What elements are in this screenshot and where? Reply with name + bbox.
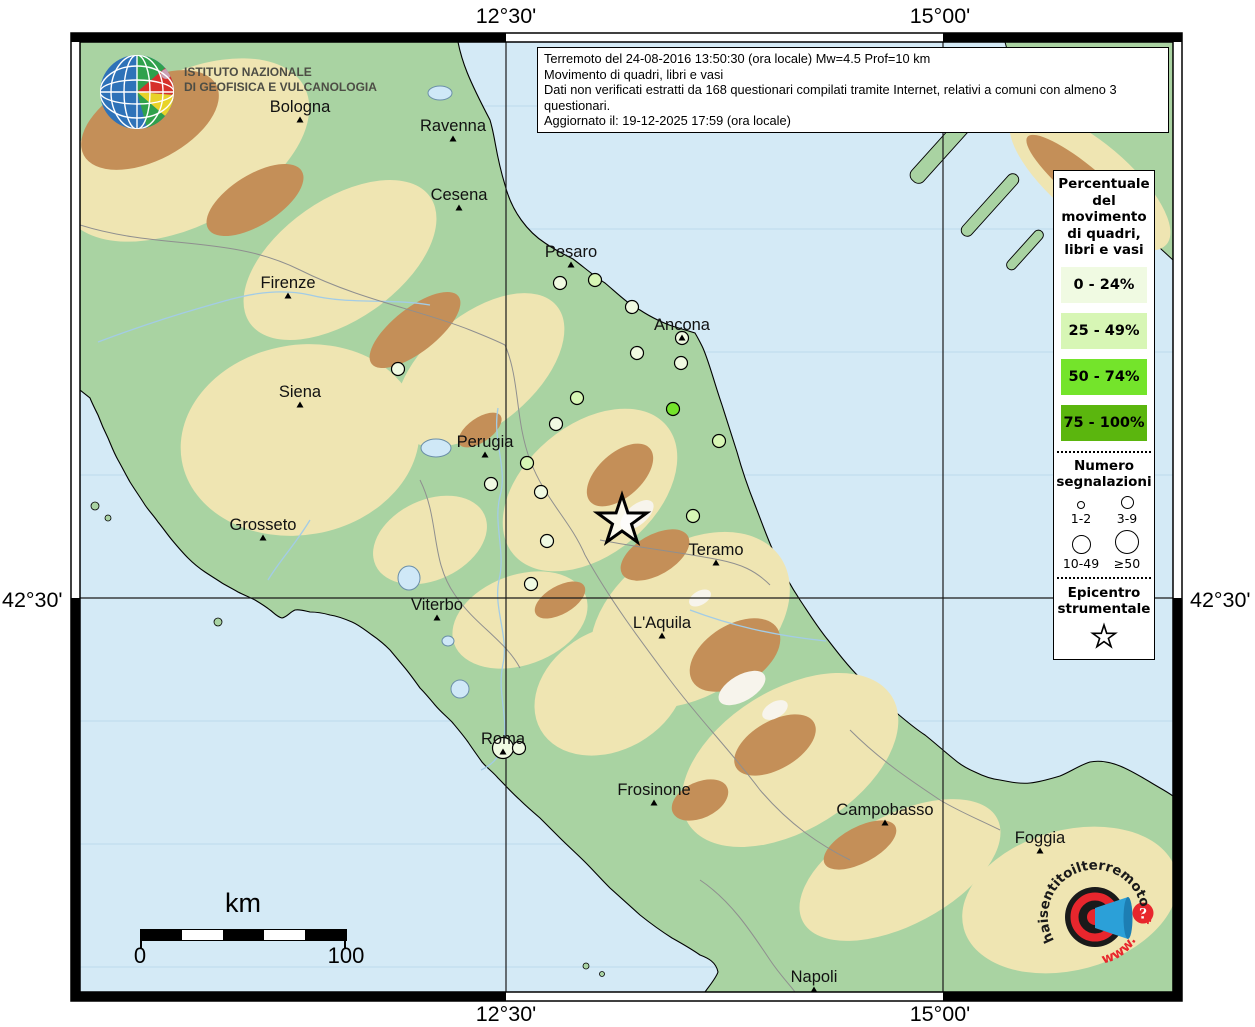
legend-class-1: 25 - 49% xyxy=(1061,313,1147,349)
city-label: Foggia xyxy=(1015,829,1066,847)
report-circle xyxy=(550,418,563,431)
report-circle xyxy=(535,486,548,499)
event-info-box: Terremoto del 24-08-2016 13:50:30 (ora l… xyxy=(537,47,1169,133)
legend-title: Percentuale del movimento di quadri, lib… xyxy=(1054,171,1154,261)
signal-size-3-label: 10-49 xyxy=(1063,556,1099,571)
scalebar-min: 0 xyxy=(125,943,155,969)
city-label: Viterbo xyxy=(411,596,463,614)
report-circle xyxy=(571,392,584,405)
signal-size-4: ≥50 xyxy=(1104,526,1150,571)
city-label: Ancona xyxy=(654,316,711,334)
legend-class-2: 50 - 74% xyxy=(1061,359,1147,395)
city-label: Perugia xyxy=(457,433,515,451)
city-label: Firenze xyxy=(260,274,315,292)
report-circle xyxy=(675,357,688,370)
city-label: Campobasso xyxy=(836,801,933,819)
signal-circle-medium-icon xyxy=(1121,496,1134,509)
city-label: Teramo xyxy=(688,541,743,559)
city-label: Grosseto xyxy=(230,516,297,534)
report-circle xyxy=(713,435,726,448)
scalebar-segment xyxy=(182,930,223,940)
city-label: Napoli xyxy=(791,968,838,986)
event-title: Terremoto del 24-08-2016 13:50:30 (ora l… xyxy=(544,51,1162,67)
report-circle xyxy=(485,478,498,491)
report-circle xyxy=(525,578,538,591)
lat-label-left: 42°30' xyxy=(2,588,66,613)
lon-label-bottom-left: 12°30' xyxy=(446,1002,566,1027)
city-label: Cesena xyxy=(431,186,489,204)
event-data-note: Dati non verificati estratti da 168 ques… xyxy=(544,82,1162,113)
scalebar-title: km xyxy=(193,888,293,919)
city-label: Roma xyxy=(481,730,526,748)
report-circle xyxy=(541,535,554,548)
epicenter-star-icon xyxy=(1087,619,1121,653)
legend-class-3: 75 - 100% xyxy=(1061,405,1147,441)
legend-signal-sizes: 1-2 3-9 10-49 ≥50 xyxy=(1054,490,1154,575)
report-circle xyxy=(626,301,639,314)
ingv-name-line1: ISTITUTO NAZIONALE xyxy=(184,65,312,79)
scalebar xyxy=(140,929,347,941)
event-updated: Aggiornato il: 19-12-2025 17:59 (ora loc… xyxy=(544,113,1162,129)
legend-separator xyxy=(1057,451,1151,453)
report-circle xyxy=(667,403,680,416)
signal-size-3: 10-49 xyxy=(1058,526,1104,571)
signal-size-4-label: ≥50 xyxy=(1114,556,1140,571)
city-label: Bologna xyxy=(270,98,331,116)
report-circle xyxy=(554,277,567,290)
watermark-text-it: .it xyxy=(1137,906,1154,925)
report-circle xyxy=(521,457,534,470)
map-page: Bologna Ravenna Cesena Firenze Pesaro Ancona S… xyxy=(0,0,1255,1024)
signal-circle-small-icon xyxy=(1077,501,1085,509)
signal-size-1-label: 1-2 xyxy=(1071,511,1091,526)
report-circle xyxy=(392,363,405,376)
lon-label-top-left: 12°30' xyxy=(446,4,566,29)
legend-separator-2 xyxy=(1057,577,1151,579)
scalebar-segment xyxy=(264,930,305,940)
report-circle xyxy=(589,274,602,287)
legend-signals-title: Numero segnalazioni xyxy=(1054,455,1154,490)
city-label: Ravenna xyxy=(420,117,487,135)
signal-circle-large-icon xyxy=(1072,535,1091,554)
report-circle xyxy=(631,347,644,360)
map-interior: Bologna Ravenna Cesena Firenze Pesaro Ancona S… xyxy=(31,20,1195,996)
scalebar-segment xyxy=(305,930,346,940)
city-label: Frosinone xyxy=(617,781,690,799)
report-circle xyxy=(687,510,700,523)
scalebar-segment xyxy=(141,930,182,940)
signal-size-2: 3-9 xyxy=(1104,492,1150,526)
event-effect: Movimento di quadri, libri e vasi xyxy=(544,67,1162,83)
scalebar-max: 100 xyxy=(320,943,372,969)
legend-class-0: 0 - 24% xyxy=(1061,267,1147,303)
legend-box: Percentuale del movimento di quadri, lib… xyxy=(1053,170,1155,660)
ingv-name-line2: DI GEOFISICA E VULCANOLOGIA xyxy=(184,80,377,94)
city-label: Siena xyxy=(279,383,322,401)
signal-circle-xlarge-icon xyxy=(1115,530,1139,554)
signal-size-2-label: 3-9 xyxy=(1117,511,1137,526)
signal-size-1: 1-2 xyxy=(1058,492,1104,526)
city-label: L'Aquila xyxy=(633,614,692,632)
legend-epicenter-title: Epicentro strumentale xyxy=(1054,581,1154,617)
lat-label-right: 42°30' xyxy=(1190,588,1254,613)
scalebar-segment xyxy=(223,930,264,940)
city-label: Pesaro xyxy=(545,243,597,261)
lon-label-top-right: 15°00' xyxy=(880,4,1000,29)
lon-label-bottom-right: 15°00' xyxy=(880,1002,1000,1027)
